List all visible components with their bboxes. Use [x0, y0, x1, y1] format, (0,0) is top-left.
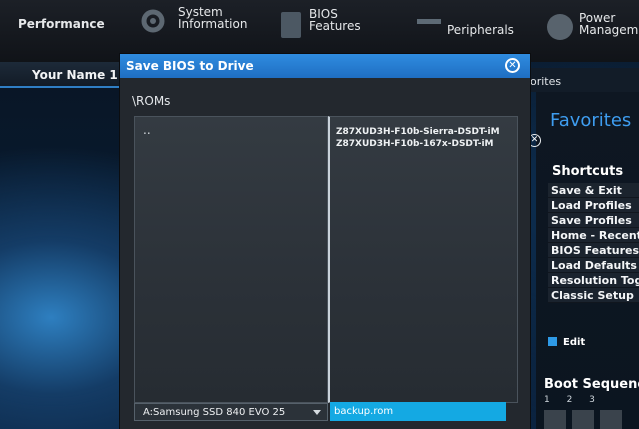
nav-performance-label: Performance [18, 17, 105, 31]
power-icon [547, 14, 573, 40]
shortcut-item-bios-features[interactable]: BIOS Features [548, 243, 639, 258]
shortcut-item-save-exit[interactable]: Save & Exit [548, 183, 639, 198]
favorites-edit-button[interactable]: Edit [548, 337, 585, 348]
nav-performance[interactable]: Performance [0, 0, 125, 50]
nav-bios-features-label: BIOS Features [309, 7, 361, 33]
shortcuts-heading: Shortcuts [552, 164, 624, 179]
nav-power-management-label: Power Manageme [579, 11, 639, 37]
current-path: \ROMs [132, 94, 171, 108]
shortcut-item-save-profiles[interactable]: Save Profiles [548, 213, 639, 228]
file-pane: Z87XUD3H-F10b-Sierra-DSDT-iM Z87XUD3H-F1… [328, 116, 518, 403]
profile-tab[interactable]: Your Name 1 [0, 62, 122, 88]
bios-chip-icon [281, 12, 301, 38]
dialog-close-icon[interactable]: ✕ [505, 58, 520, 73]
nav-peripherals[interactable]: Peripherals [405, 0, 530, 50]
boot-slot-2[interactable] [572, 410, 594, 429]
shortcut-list: Save & Exit Load Profiles Save Profiles … [548, 183, 639, 303]
profile-name: Your Name 1 [32, 68, 118, 82]
drive-select[interactable]: A:Samsung SSD 840 EVO 25 [134, 403, 328, 421]
dialog-title: Save BIOS to Drive [126, 59, 254, 73]
favorites-tab[interactable]: orites [530, 68, 639, 92]
edit-square-icon [548, 337, 557, 346]
favorites-edit-label: Edit [563, 337, 586, 348]
file-list: Z87XUD3H-F10b-Sierra-DSDT-iM Z87XUD3H-F1… [336, 126, 516, 150]
file-item[interactable]: Z87XUD3H-F10b-167x-DSDT-iM [336, 138, 516, 150]
favorites-title: Favorites [550, 110, 632, 131]
boot-sequence-numbers: 1 2 3 [544, 395, 595, 405]
boot-sequence-heading: Boot Sequenc [544, 377, 639, 392]
drive-select-value: A:Samsung SSD 840 EVO 25 [143, 407, 286, 418]
favorites-tab-label: orites [530, 75, 562, 88]
favorites-panel: ✕ Favorites Shortcuts Save & Exit Load P… [528, 92, 639, 429]
save-bios-dialog: Save BIOS to Drive ✕ \ROMs .. Z87XUD3H-F… [120, 54, 530, 429]
top-navigation: Performance System Information BIOS Feat… [0, 0, 639, 62]
nav-system-information[interactable]: System Information [130, 0, 270, 50]
nav-bios-features[interactable]: BIOS Features [275, 0, 405, 50]
shortcut-item-resolution-toggle[interactable]: Resolution Tog [548, 273, 639, 288]
boot-slot-1[interactable] [544, 410, 566, 429]
dialog-title-bar: Save BIOS to Drive ✕ [120, 54, 530, 78]
nav-power-management[interactable]: Power Manageme [535, 0, 639, 50]
shortcut-item-home-recent[interactable]: Home - Recent [548, 228, 639, 243]
shortcut-item-load-profiles[interactable]: Load Profiles [548, 198, 639, 213]
nav-system-information-label: System Information [178, 5, 248, 31]
boot-slot-3[interactable] [600, 410, 622, 429]
chevron-down-icon [313, 410, 321, 415]
directory-pane: .. [134, 116, 328, 403]
peripherals-icon [417, 10, 441, 24]
shortcut-item-load-defaults[interactable]: Load Defaults [548, 258, 639, 273]
nav-peripherals-label: Peripherals [447, 23, 514, 37]
system-information-icon [141, 9, 165, 33]
file-item[interactable]: Z87XUD3H-F10b-Sierra-DSDT-iM [336, 126, 516, 138]
filename-input[interactable] [330, 402, 506, 421]
parent-directory-item[interactable]: .. [143, 123, 151, 137]
shortcut-item-classic-setup[interactable]: Classic Setup [548, 288, 639, 303]
